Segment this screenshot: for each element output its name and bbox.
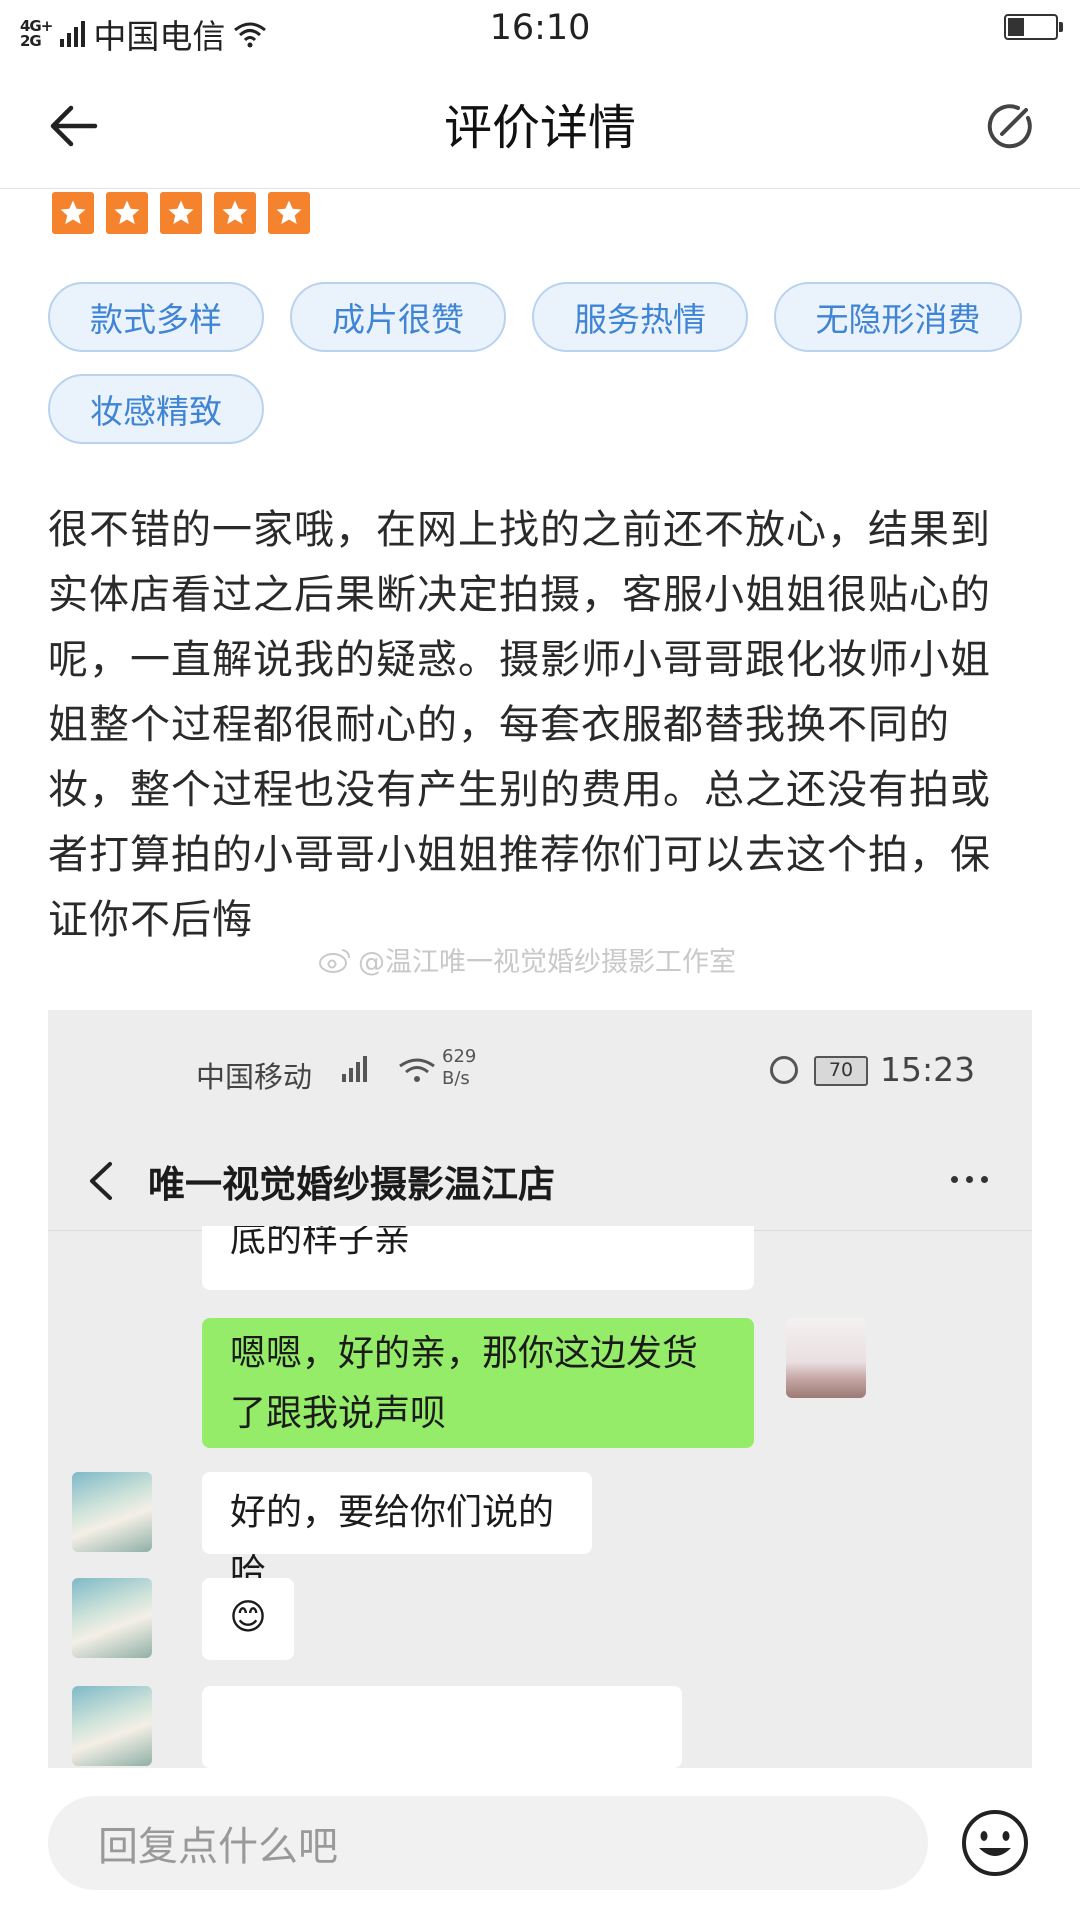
photo-net-speed: 629 B/s bbox=[442, 1046, 476, 1090]
review-text: 很不错的一家哦，在网上找的之前还不放心，结果到实体店看过之后果断决定拍摄，客服小… bbox=[48, 507, 991, 943]
nav-bar: 评价详情 bbox=[0, 60, 1080, 189]
reply-placeholder: 回复点什么吧 bbox=[98, 1824, 338, 1870]
chat-message: 底的样子亲 bbox=[230, 1226, 411, 1260]
weibo-icon bbox=[319, 948, 350, 973]
chat-back-icon bbox=[90, 1162, 112, 1200]
photo-wifi-icon bbox=[399, 1058, 435, 1082]
battery-icon bbox=[1004, 14, 1063, 40]
avatar bbox=[72, 1686, 152, 1766]
chat-title: 唯一视觉婚纱摄影温江店 bbox=[148, 1163, 555, 1206]
chat-bubble: 好的，要给你们说的哈 bbox=[202, 1472, 592, 1593]
review-photo[interactable]: 中国移动 629 B/s 70 15:23 唯一视觉婚纱摄影温江店 底的样子亲 … bbox=[48, 1010, 1032, 1770]
photo-time: 15:23 bbox=[880, 1050, 976, 1089]
avatar bbox=[72, 1578, 152, 1658]
watermark-text: @温江唯一视觉婚纱摄影工作室 bbox=[358, 947, 736, 978]
chat-bubble: 嗯嗯，好的亲，那你这边发货了跟我说声呗 bbox=[202, 1318, 754, 1448]
avatar bbox=[786, 1318, 866, 1398]
chat-bubble: 😊 bbox=[202, 1578, 294, 1660]
emoji-icon[interactable] bbox=[960, 1808, 1030, 1878]
review-tag[interactable]: 服务热情 bbox=[532, 282, 748, 352]
review-tag[interactable]: 无隐形消费 bbox=[774, 282, 1022, 352]
review-tag[interactable]: 款式多样 bbox=[48, 282, 264, 352]
chat-header: 唯一视觉婚纱摄影温江店 bbox=[48, 1130, 1032, 1231]
photo-signal-icon bbox=[342, 1056, 367, 1082]
star-icon bbox=[52, 192, 94, 234]
star-icon bbox=[106, 192, 148, 234]
star-icon bbox=[160, 192, 202, 234]
alarm-icon bbox=[770, 1056, 798, 1084]
chat-bubble bbox=[202, 1686, 682, 1768]
photo-status-bar: 中国移动 629 B/s 70 15:23 bbox=[48, 1010, 1032, 1130]
chat-bubble: 底的样子亲 bbox=[202, 1226, 754, 1290]
page-title: 评价详情 bbox=[443, 100, 636, 156]
photo-carrier: 中国移动 bbox=[196, 1060, 313, 1094]
net-speed-unit: B/s bbox=[442, 1068, 470, 1089]
chat-message: 嗯嗯，好的亲，那你这边发货了跟我说声呗 bbox=[230, 1333, 699, 1434]
photo-battery: 70 bbox=[814, 1056, 868, 1086]
star-icon bbox=[214, 192, 256, 234]
review-tags: 款式多样 成片很赞 服务热情 无隐形消费 妆感精致 bbox=[48, 282, 1038, 444]
rating-stars bbox=[52, 192, 310, 234]
more-icon bbox=[951, 1176, 988, 1183]
status-time: 16:10 bbox=[489, 8, 591, 48]
avatar bbox=[72, 1472, 152, 1552]
review-tag[interactable]: 妆感精致 bbox=[48, 374, 264, 444]
net-speed-value: 629 bbox=[442, 1046, 477, 1067]
chat-message: 😊 bbox=[229, 1597, 267, 1638]
star-icon bbox=[268, 192, 310, 234]
review-tag[interactable]: 成片很赞 bbox=[290, 282, 506, 352]
reply-bar: 回复点什么吧 bbox=[0, 1768, 1080, 1920]
reply-input[interactable]: 回复点什么吧 bbox=[48, 1796, 928, 1890]
edit-icon[interactable] bbox=[980, 96, 1040, 156]
watermark: @温江唯一视觉婚纱摄影工作室 bbox=[318, 940, 736, 979]
status-bar: 4G+ 2G 中国电信 16:10 bbox=[0, 0, 1080, 60]
